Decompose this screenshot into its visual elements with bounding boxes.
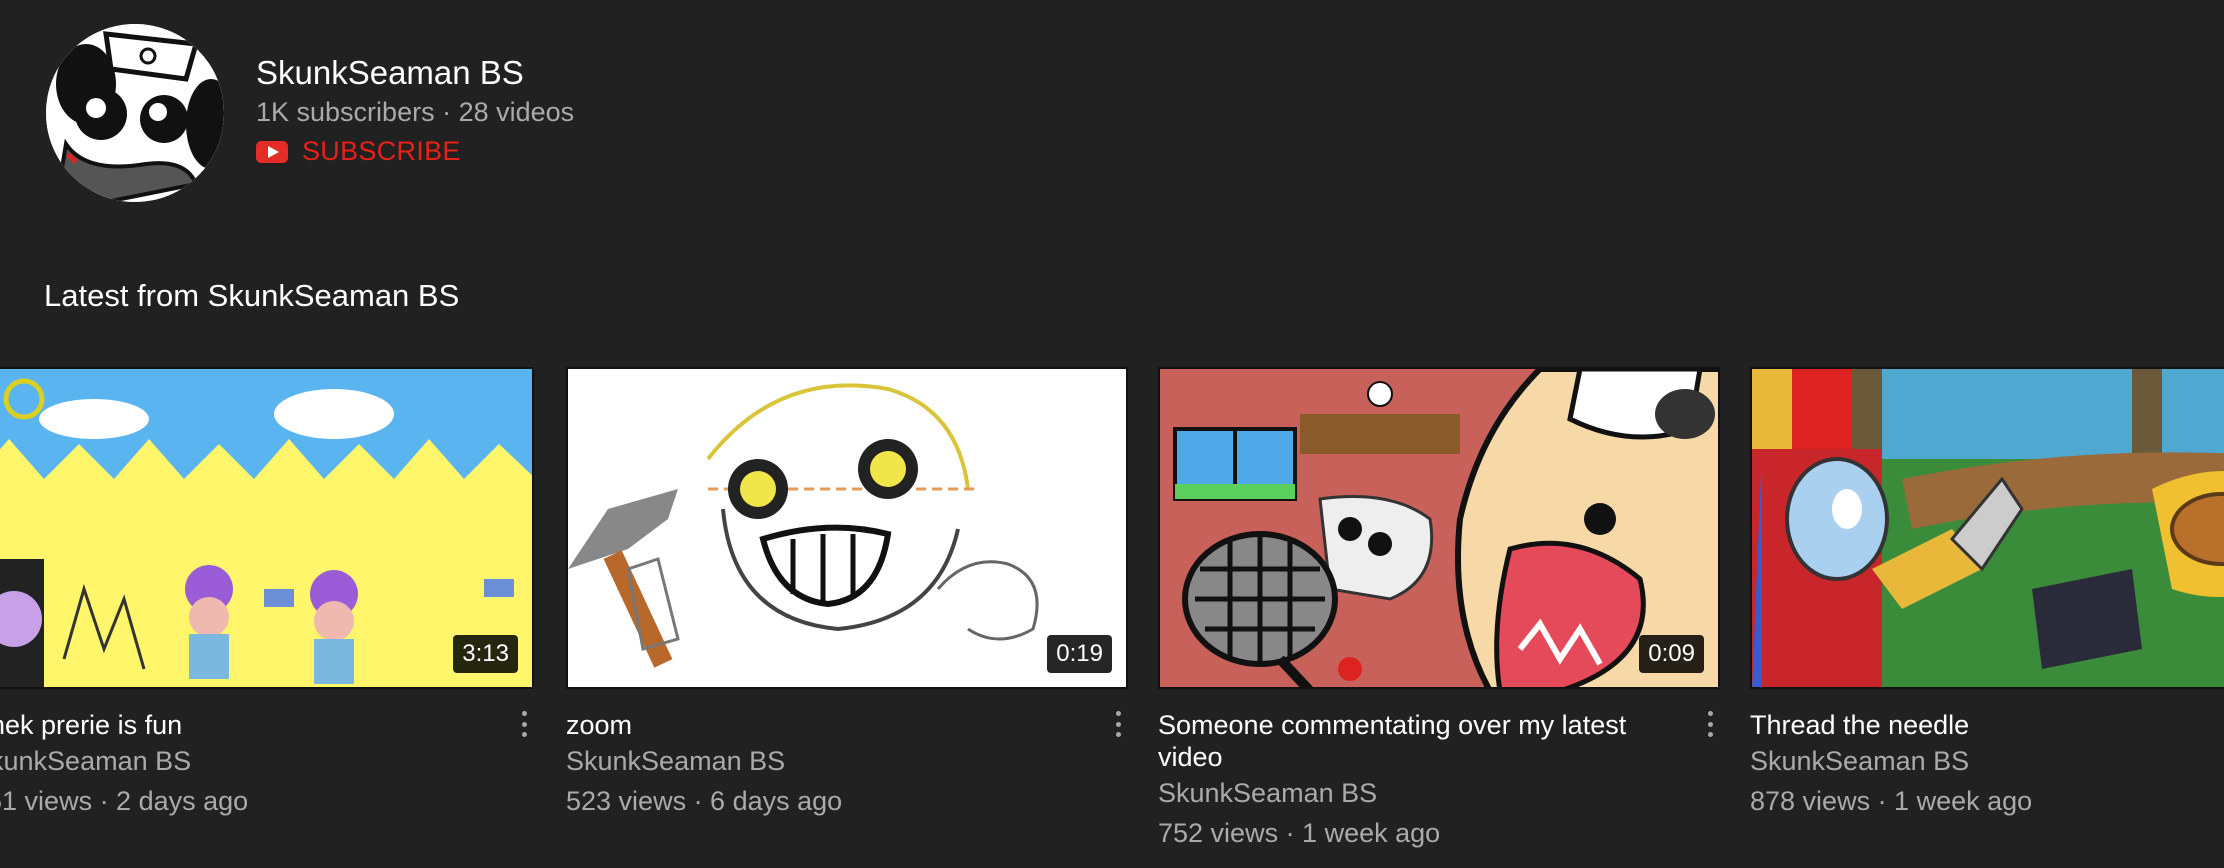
subscribe-button[interactable]: SUBSCRIBE <box>256 136 574 167</box>
video-duration: 0:19 <box>1047 635 1112 673</box>
video-title[interactable]: Someone commentating over my latest vide… <box>1158 709 1680 773</box>
channel-info: SkunkSeaman BS 1K subscribers · 28 video… <box>256 52 574 167</box>
video-card[interactable]: 3:13 Shek prerie is fun SkunkSeaman BS 7… <box>0 367 534 821</box>
thumbnail-image <box>1752 369 2224 687</box>
avatar-icon <box>46 24 224 202</box>
video-thumbnail[interactable] <box>1750 367 2224 689</box>
video-meta: zoom SkunkSeaman BS 523 views · 6 days a… <box>566 689 1128 821</box>
video-channel[interactable]: SkunkSeaman BS <box>566 741 1088 781</box>
more-options-icon[interactable] <box>1700 709 1720 739</box>
channel-avatar[interactable] <box>46 24 224 202</box>
video-stats: 878 views · 1 week ago <box>1750 786 2033 816</box>
video-meta: Someone commentating over my latest vide… <box>1158 689 1720 853</box>
video-thumbnail[interactable]: 3:13 <box>0 367 534 689</box>
video-duration: 0:09 <box>1639 635 1704 673</box>
video-title[interactable]: Shek prerie is fun <box>0 709 494 741</box>
youtube-icon <box>256 140 288 163</box>
video-channel[interactable]: SkunkSeaman BS <box>0 741 494 781</box>
video-stats: 752 views · 1 week ago <box>1158 818 1441 848</box>
channel-name[interactable]: SkunkSeaman BS <box>256 52 574 94</box>
video-meta: Shek prerie is fun SkunkSeaman BS 761 vi… <box>0 689 534 821</box>
video-card[interactable]: 0:19 zoom SkunkSeaman BS 523 views · 6 d… <box>566 367 1128 821</box>
video-channel[interactable]: SkunkSeaman BS <box>1158 773 1680 813</box>
video-meta: Thread the needle SkunkSeaman BS 878 vie… <box>1750 689 2224 821</box>
channel-shelf-screen: SkunkSeaman BS 1K subscribers · 28 video… <box>0 0 2224 868</box>
video-channel[interactable]: SkunkSeaman BS <box>1750 741 2224 781</box>
video-title[interactable]: Thread the needle <box>1750 709 2224 741</box>
video-card[interactable]: 0:09 Someone commentating over my latest… <box>1158 367 1720 853</box>
subscribe-label: SUBSCRIBE <box>302 136 461 166</box>
video-duration: 3:13 <box>453 635 518 673</box>
more-options-icon[interactable] <box>1108 709 1128 739</box>
video-stats: 523 views · 6 days ago <box>566 786 843 816</box>
video-stats: 761 views · 2 days ago <box>0 786 249 816</box>
channel-meta: 1K subscribers · 28 videos <box>256 97 575 127</box>
video-thumbnail[interactable]: 0:09 <box>1158 367 1720 689</box>
more-options-icon[interactable] <box>514 709 534 739</box>
video-title[interactable]: zoom <box>566 709 1088 741</box>
video-thumbnail[interactable]: 0:19 <box>566 367 1128 689</box>
thumbnail-image <box>568 369 1126 687</box>
video-card[interactable]: Thread the needle SkunkSeaman BS 878 vie… <box>1750 367 2224 821</box>
section-title: Latest from SkunkSeaman BS <box>44 278 460 313</box>
thumbnail-image <box>1160 369 1718 687</box>
